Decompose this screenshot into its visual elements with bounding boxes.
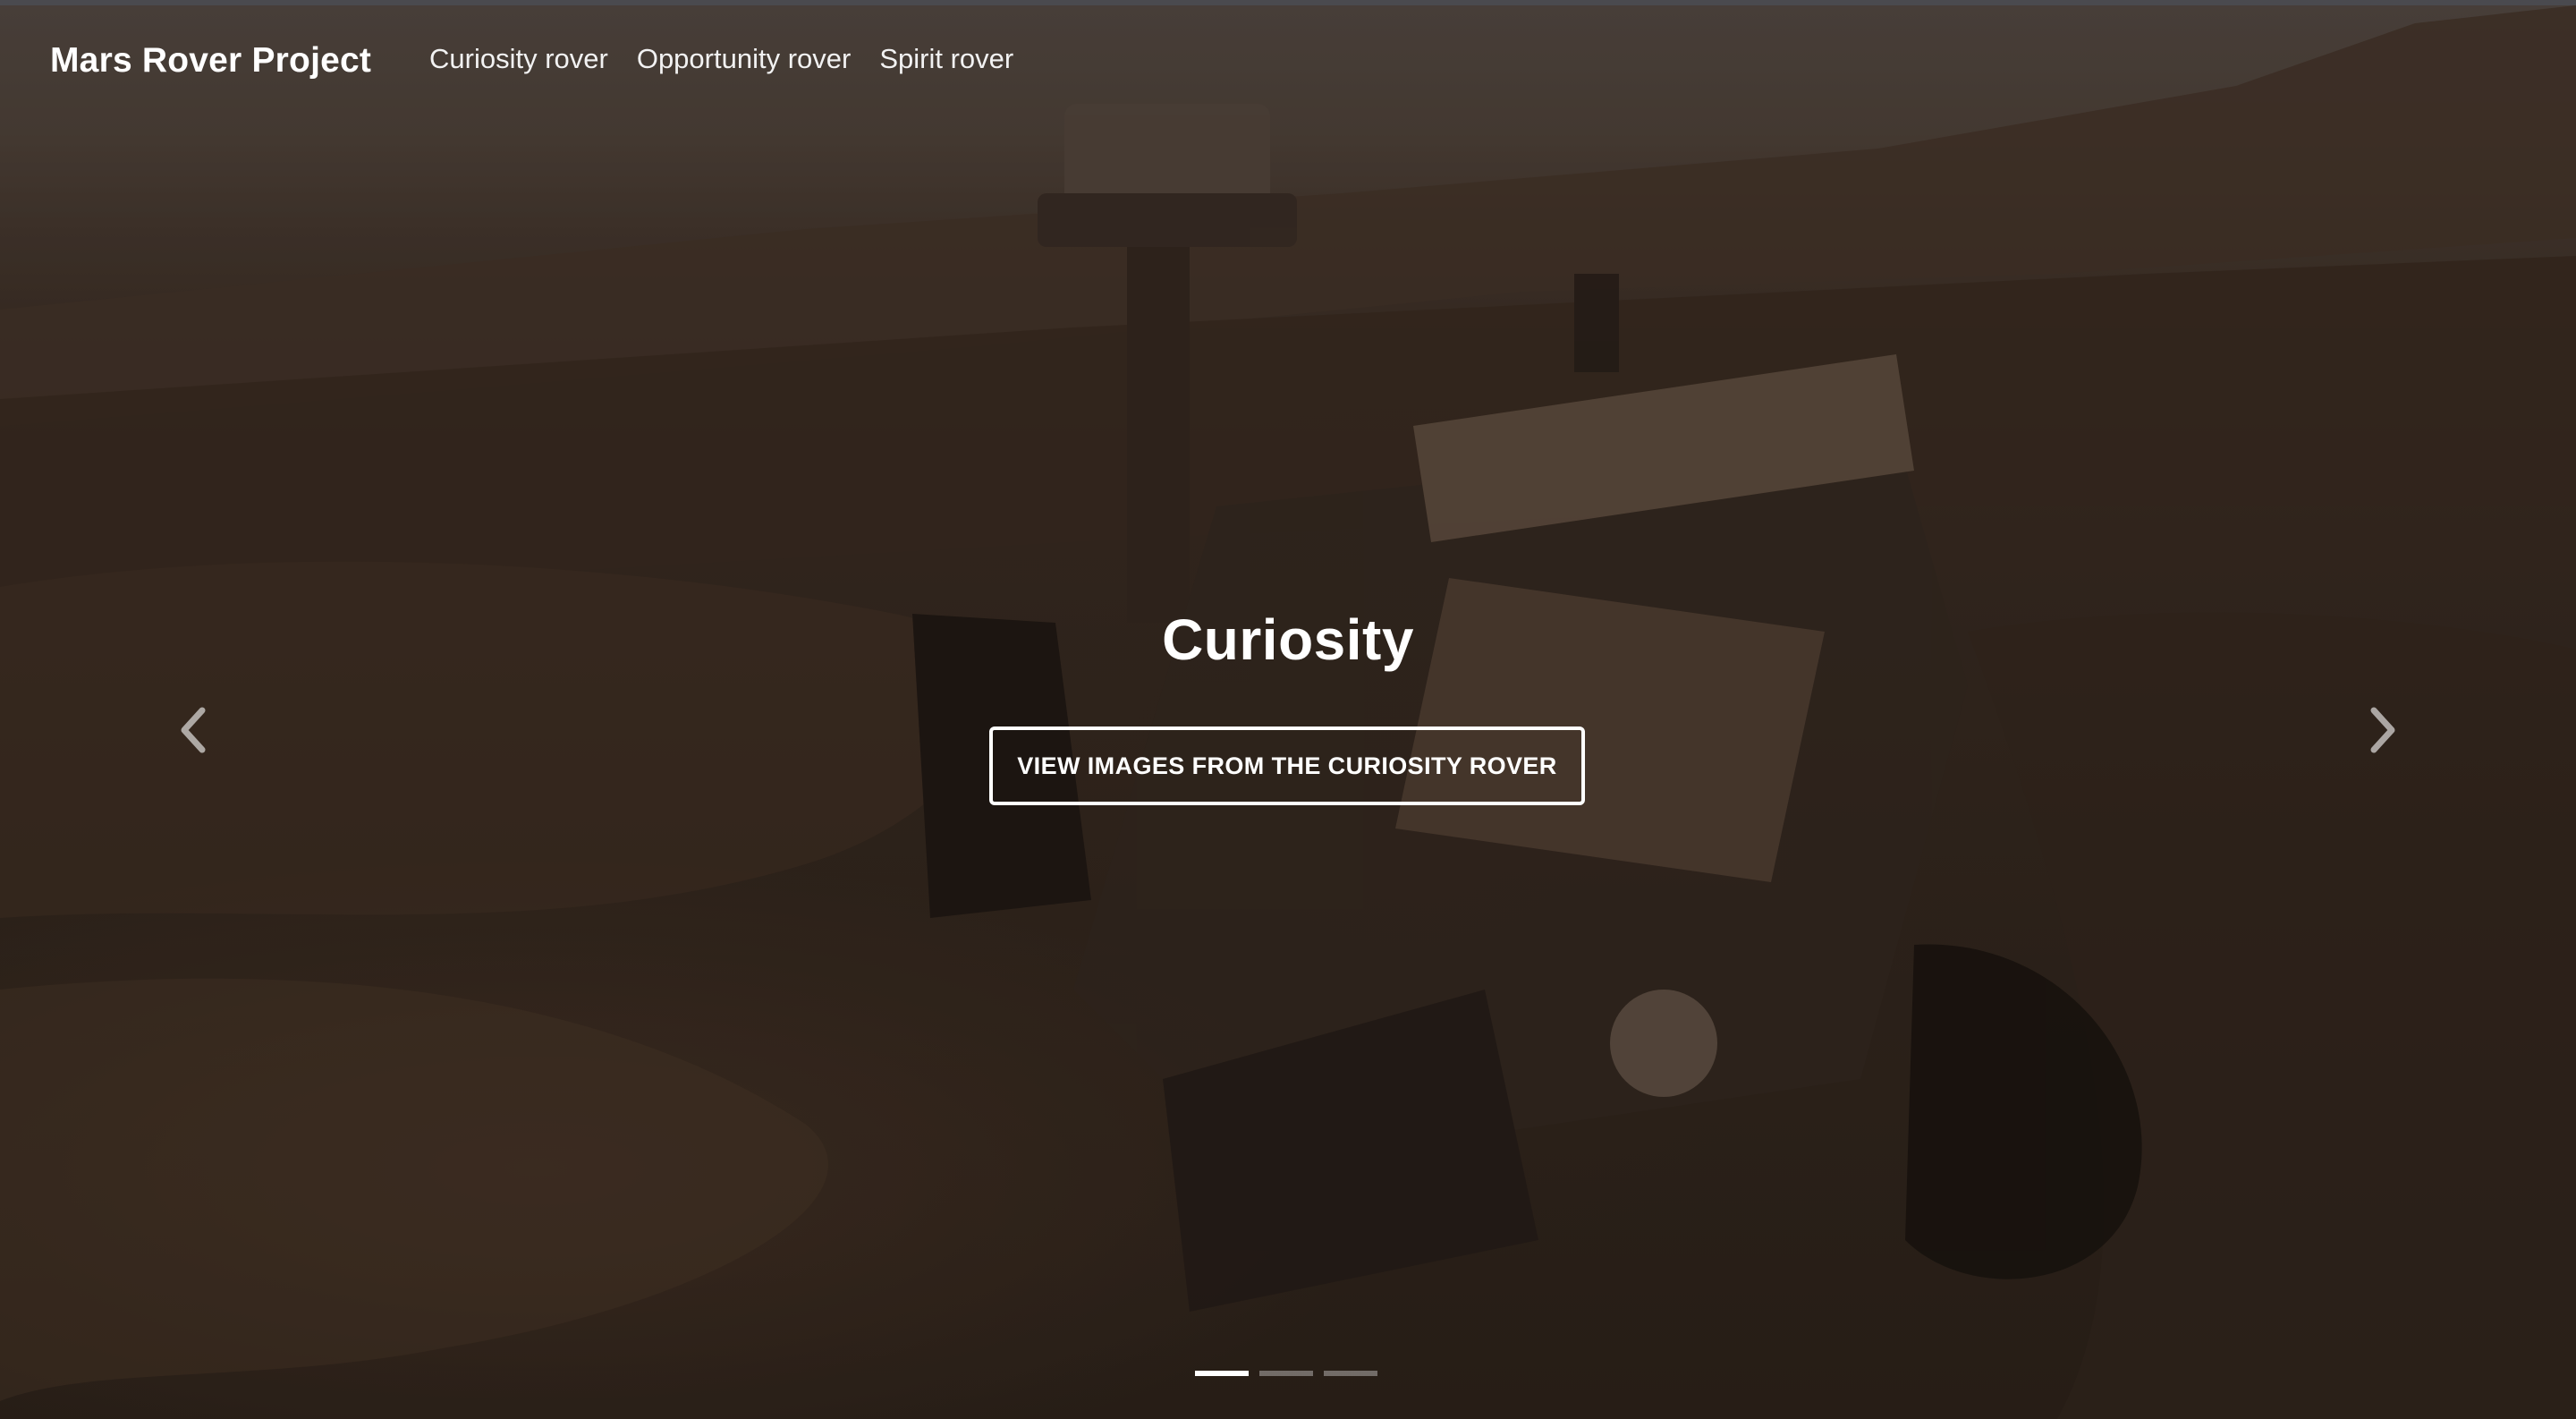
image-dark-overlay [0, 5, 2576, 1419]
brand-logo-link[interactable]: Mars Rover Project [50, 41, 371, 81]
chevron-right-icon [2370, 707, 2395, 753]
nav-links: Curiosity rover Opportunity rover Spirit… [429, 43, 1042, 75]
carousel-indicator-2[interactable] [1259, 1371, 1313, 1376]
carousel-next-button[interactable] [2347, 694, 2419, 766]
carousel-indicator-3[interactable] [1324, 1371, 1377, 1376]
carousel-prev-button[interactable] [157, 694, 229, 766]
chevron-left-icon [181, 707, 206, 753]
nav-link-opportunity[interactable]: Opportunity rover [637, 43, 852, 75]
view-images-button[interactable]: VIEW IMAGES FROM THE CURIOSITY ROVER [989, 726, 1585, 805]
nav-link-spirit[interactable]: Spirit rover [879, 43, 1013, 75]
slide-title: Curiosity [1162, 608, 1414, 672]
carousel-caption: Curiosity [0, 607, 2576, 673]
hero-carousel: Curiosity VIEW IMAGES FROM THE CURIOSITY… [0, 5, 2576, 1419]
top-navbar: Mars Rover Project Curiosity rover Oppor… [0, 5, 2576, 113]
carousel-indicators [1195, 1371, 1388, 1376]
nav-link-curiosity[interactable]: Curiosity rover [429, 43, 608, 75]
carousel-indicator-1[interactable] [1195, 1371, 1249, 1376]
